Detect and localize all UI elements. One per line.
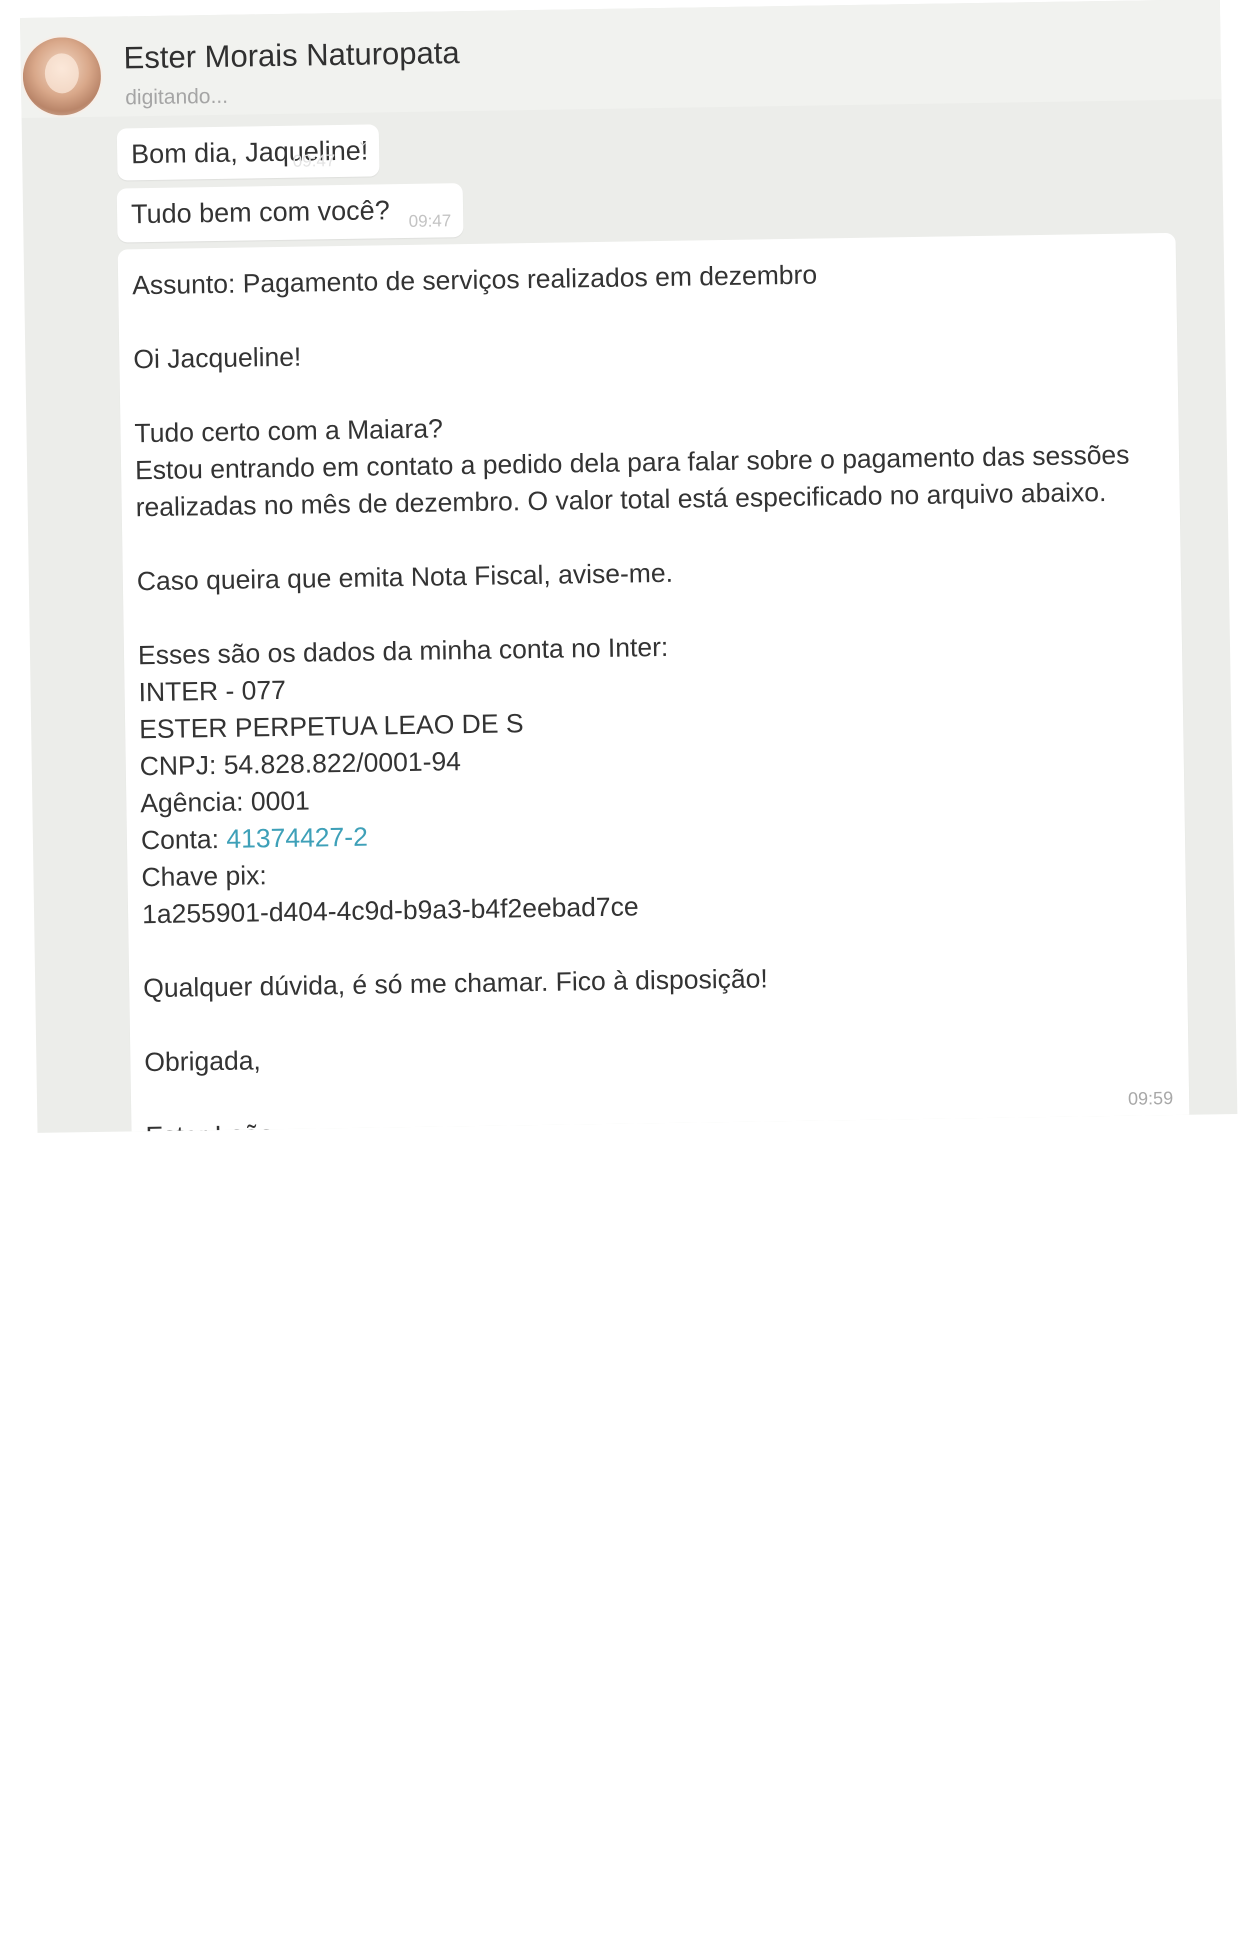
typing-status: digitando... [125,84,229,110]
chat-header: Ester Morais Naturopata digitando... [20,0,1222,118]
message-bubble[interactable]: Tudo bem com você? 09:47 [116,183,464,243]
account-label: Conta: [140,823,227,856]
message-bubble[interactable]: Bom dia, Jaqueline! ⌄ 09:47 [116,124,380,181]
message-body: Assunto: Pagamento de serviços realizado… [132,251,1156,1133]
contact-avatar[interactable] [20,34,104,118]
message-menu-icon[interactable]: ⌄ [357,133,369,150]
contact-name[interactable]: Ester Morais Naturopata [123,35,460,76]
account-number-link[interactable]: 41374427-2 [226,822,368,854]
message-text: Tudo bem com você? [130,195,390,230]
message-bubble[interactable]: Assunto: Pagamento de serviços realizado… [117,232,1190,1133]
message-time: 09:47 [292,151,336,171]
message-time: 09:47 [408,211,452,231]
chat-screenshot: Ester Morais Naturopata digitando... Bom… [20,0,1238,1133]
message-time: 09:59 [1127,1088,1174,1109]
